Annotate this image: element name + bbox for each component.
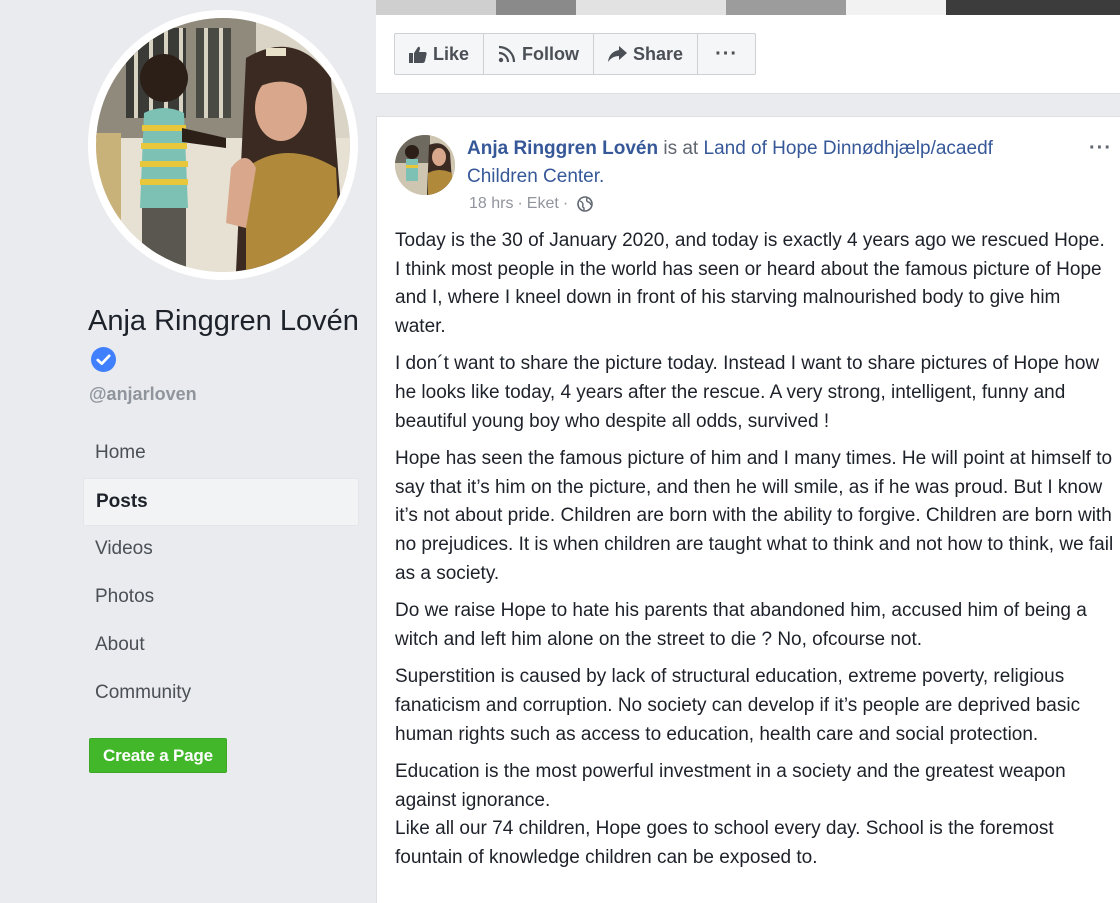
like-button[interactable]: Like [395,34,485,74]
profile-photo [96,18,350,272]
post-place-link[interactable]: Eket [527,195,559,213]
page-nav: Home Posts Videos Photos About Community [83,430,359,718]
meta-separator-2: · [562,195,569,212]
more-options-button[interactable]: ··· [698,34,755,74]
nav-item-posts[interactable]: Posts [83,478,359,526]
profile-picture[interactable] [88,10,358,280]
is-at-text: is at [663,138,699,159]
nav-item-videos[interactable]: Videos [83,526,359,574]
post-paragraph: Do we raise Hope to hate his parents tha… [395,600,1087,650]
profile-handle[interactable]: @anjarloven [89,384,197,405]
verified-badge-icon [91,347,116,372]
nav-item-community[interactable]: Community [83,670,359,718]
post-paragraph: Education is the most powerful investmen… [395,761,1066,868]
left-column: Anja Ringgren Lovén @anjarloven Home Pos… [0,0,376,903]
post-text: Today is the 30 of January 2020, and tod… [395,227,1115,881]
globe-privacy-icon[interactable] [577,196,593,212]
cover-photo-image [376,0,1120,15]
post-timestamp[interactable]: 18 hrs [469,195,513,213]
post-header: Anja Ringgren Lovén is at Land of Hope D… [467,135,1067,191]
cover-photo[interactable] [376,0,1120,15]
thumbs-up-icon [409,46,427,63]
post-paragraph: Hope has seen the famous picture of him … [395,448,1114,584]
like-label: Like [433,43,470,64]
post-options-menu[interactable]: ··· [1089,137,1112,160]
page-action-buttons: Like Follow Share ··· [394,33,757,75]
nav-item-photos[interactable]: Photos [83,574,359,622]
share-button[interactable]: Share [594,34,699,74]
profile-name[interactable]: Anja Ringgren Lovén [88,302,368,380]
post-author-link[interactable]: Anja Ringgren Lovén [467,138,658,159]
follow-label: Follow [522,43,580,64]
profile-photo-image [96,18,350,272]
post-paragraph: Today is the 30 of January 2020, and tod… [395,230,1105,337]
post-meta: 18 hrs · Eket · [469,195,593,213]
create-page-button[interactable]: Create a Page [89,738,227,773]
follow-button[interactable]: Follow [484,34,595,74]
profile-name-text: Anja Ringgren Lovén [88,305,359,337]
author-avatar-image [395,135,455,195]
post-paragraph: Superstition is caused by lack of struct… [395,666,1081,745]
nav-item-home[interactable]: Home [83,430,359,478]
page-actions-bar: Like Follow Share ··· [376,15,1120,94]
rss-follow-icon [498,45,516,63]
nav-item-about[interactable]: About [83,622,359,670]
meta-separator: · [517,195,523,212]
post-author-avatar[interactable] [395,135,455,195]
post-card: Anja Ringgren Lovén is at Land of Hope D… [376,116,1120,903]
post-paragraph: I don´t want to share the picture today.… [395,353,1100,432]
share-label: Share [633,43,684,64]
share-arrow-icon [608,46,628,62]
